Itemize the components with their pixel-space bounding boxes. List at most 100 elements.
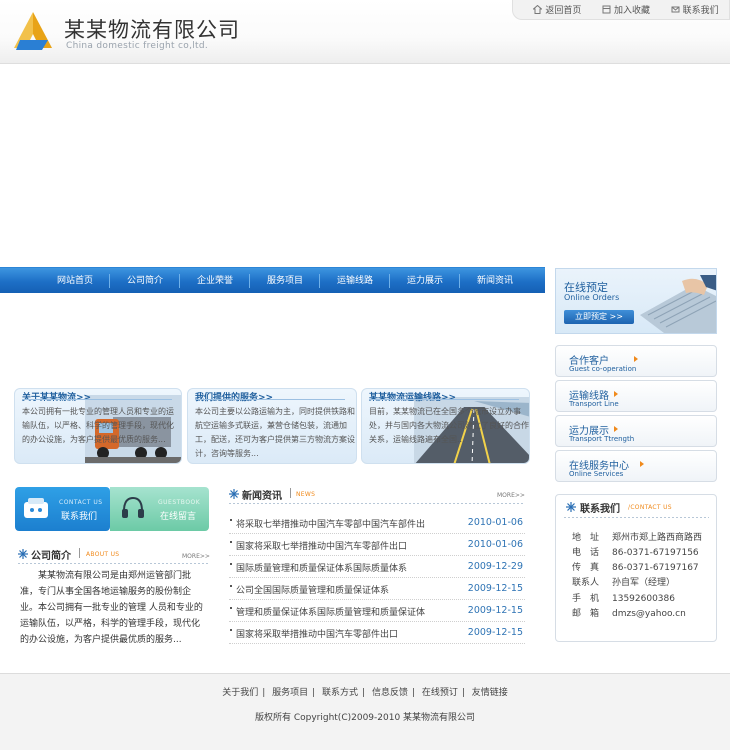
side-menu-routes[interactable]: 运输线路 Transport Line	[555, 380, 717, 412]
news-item[interactable]: 管理和质量保证体系国际质量管理和质量保证体 2009-12-15	[229, 600, 525, 622]
side-menu-capacity[interactable]: 运力展示 Transport Ttrength	[555, 415, 717, 447]
nav-routes[interactable]: 运输线路	[320, 268, 390, 294]
top-links: 返回首页 加入收藏 联系我们	[512, 0, 730, 20]
arrow-right-icon	[640, 461, 644, 467]
favorite-link-label: 加入收藏	[613, 6, 650, 16]
contact-row-phone: 电 话 86-0371-67197156	[572, 548, 699, 558]
card-services-text: 本公司主要以公路运输为主，同时提供铁路和航空运输多式联运，兼营仓储包装，流通加工…	[195, 407, 355, 458]
card-services[interactable]: 我们提供的服务>> 本公司主要以公路运输为主，同时提供铁路和航空运输多式联运，兼…	[187, 388, 357, 464]
brand-tagline: China domestic freight co,ltd.	[66, 41, 209, 51]
contact-row-address: 地 址郑州市郑上路西商路西	[572, 533, 703, 543]
guestbook-en: GUESTBOOK	[158, 499, 201, 506]
home-icon	[533, 5, 543, 14]
keyboard-hand-image	[640, 275, 716, 333]
sparkle-icon	[566, 502, 576, 512]
footer-links: 关于我们 | 服务项目 | 联系方式 | 信息反馈 | 在线预订 | 友情链接	[222, 688, 508, 698]
news-item-title[interactable]: 公司全国国际质量管理和质量保证体系	[236, 583, 389, 596]
news-item-date: 2009-12-15	[467, 627, 523, 638]
contact-link[interactable]: 联系我们	[671, 3, 719, 16]
contact-row-fax: 传 真 86-0371-67197167	[572, 563, 699, 573]
footer-link-friends[interactable]: 友情链接	[472, 688, 508, 698]
side-menu-clients-en: Guest co-operation	[569, 365, 637, 373]
contact-link-label: 联系我们	[682, 6, 719, 16]
news-item-date: 2009-12-29	[467, 561, 523, 572]
card-routes-text: 目前，某某物流已在全国多个城市设立办事处，并与国内各大物流公司建立了良好的合作关…	[369, 407, 529, 444]
contact-row-mobile: 手 机 13592600386	[572, 594, 675, 604]
company-logo[interactable]	[12, 10, 54, 52]
footer-link-about[interactable]: 关于我们	[222, 688, 258, 698]
side-menu-capacity-en: Transport Ttrength	[569, 435, 635, 443]
contact-en: /CONTACT US	[628, 504, 672, 511]
contact-row-person: 联系人 孙自军（经理）	[572, 578, 676, 588]
nav-capacity[interactable]: 运力展示	[390, 268, 460, 294]
news-en: NEWS	[296, 491, 316, 498]
news-item[interactable]: 公司全国国际质量管理和质量保证体系 2009-12-15	[229, 578, 525, 600]
contact-us-button[interactable]: CONTACT US 联系我们	[15, 487, 110, 531]
order-now-button[interactable]: 立即预定 >>	[564, 310, 634, 324]
online-order-box: 在线预定 Online Orders 立即预定 >>	[555, 268, 717, 334]
side-menu-online-service[interactable]: 在线服务中心 Online Services	[555, 450, 717, 482]
about-more-link[interactable]: MORE>>	[182, 553, 210, 560]
side-menu-routes-en: Transport Line	[569, 400, 619, 408]
guestbook-button[interactable]: GUESTBOOK 在线留言	[110, 487, 209, 531]
news-item-title[interactable]: 国家将采取举措推动中国汽车零部件出口	[236, 627, 398, 640]
headset-icon	[122, 496, 144, 518]
news-item-title[interactable]: 管理和质量保证体系国际质量管理和质量保证体	[236, 605, 425, 618]
sparkle-icon	[229, 489, 239, 499]
news-item[interactable]: 将采取七举措推动中国汽车零部中国汽车部件出 2010-01-06	[229, 512, 525, 534]
nav-home[interactable]: 网站首页	[40, 268, 110, 294]
footer-link-services[interactable]: 服务项目	[272, 688, 308, 698]
nav-about[interactable]: 公司简介	[110, 268, 180, 294]
contact-icon	[671, 6, 680, 13]
card-services-title[interactable]: 我们提供的服务>>	[195, 390, 273, 403]
arrow-right-icon	[634, 356, 638, 362]
guestbook-label: 在线留言	[160, 512, 197, 522]
about-text: 某某物流有限公司是由郑州运管部门批准，专门从事全国各地运输服务的股份制企业。本公…	[20, 571, 203, 645]
news-item[interactable]: 国家将采取七举措推动中国汽车零部件出口 2010-01-06	[229, 534, 525, 556]
favorite-link[interactable]: 加入收藏	[602, 3, 650, 16]
copyright: 版权所有 Copyright(C)2009-2010 某某物流有限公司	[254, 713, 476, 723]
news-item-title[interactable]: 国际质量管理和质量保证体系国际质量体系	[236, 561, 407, 574]
side-menu-clients[interactable]: 合作客户 Guest co-operation	[555, 345, 717, 377]
news-item-date: 2010-01-06	[467, 539, 523, 550]
nav-services[interactable]: 服务项目	[250, 268, 320, 294]
news-item-title[interactable]: 将采取七举措推动中国汽车零部中国汽车部件出	[236, 517, 425, 530]
contact-us-label: 联系我们	[61, 512, 98, 522]
home-link[interactable]: 返回首页	[533, 3, 581, 16]
card-routes[interactable]: 某某物流运输线路>> 目前，某某物流已在全国多个城市设立办事处，并与国内各大物流…	[361, 388, 530, 464]
contact-row-email[interactable]: 邮 箱 dmzs@yahoo.cn	[572, 606, 686, 619]
card-about-text: 本公司拥有一批专业的管理人员和专业的运输队伍，以严格、科学的管理手段，现代化的办…	[22, 407, 174, 444]
side-menu-online-service-en: Online Services	[569, 470, 624, 478]
footer-link-feedback[interactable]: 信息反馈	[372, 688, 408, 698]
card-routes-title[interactable]: 某某物流运输线路>>	[369, 390, 456, 403]
news-title: 新闻资讯	[242, 491, 282, 502]
about-title: 公司简介	[31, 551, 71, 562]
sparkle-icon	[18, 549, 28, 559]
favorite-icon	[602, 5, 611, 14]
nav-news[interactable]: 新闻资讯	[460, 268, 530, 294]
news-item-date: 2010-01-06	[467, 517, 523, 528]
phone-icon	[24, 498, 48, 518]
about-en: ABOUT US	[86, 551, 120, 558]
contact-us-en: CONTACT US	[59, 499, 103, 506]
news-item-date: 2009-12-15	[467, 583, 523, 594]
card-about[interactable]: 关于某某物流>> 本公司拥有一批专业的管理人员和专业的运输队伍，以严格、科学的管…	[14, 388, 182, 464]
home-link-label: 返回首页	[545, 6, 582, 16]
news-item[interactable]: 国家将采取举措推动中国汽车零部件出口 2009-12-15	[229, 622, 525, 644]
footer-link-order[interactable]: 在线预订	[422, 688, 458, 698]
contact-title: 联系我们	[580, 504, 620, 515]
arrow-right-icon	[614, 426, 618, 432]
news-more-link[interactable]: MORE>>	[497, 492, 525, 499]
contact-info-box: 联系我们 /CONTACT US 地 址郑州市郑上路西商路西 电 话 86-037…	[555, 494, 717, 642]
news-item[interactable]: 国际质量管理和质量保证体系国际质量体系 2009-12-29	[229, 556, 525, 578]
order-subtitle: Online Orders	[564, 293, 620, 302]
news-item-date: 2009-12-15	[467, 605, 523, 616]
card-about-title[interactable]: 关于某某物流>>	[22, 390, 91, 403]
footer-link-contact[interactable]: 联系方式	[322, 688, 358, 698]
main-nav: 网站首页 公司简介 企业荣誉 服务项目 运输线路 运力展示 新闻资讯	[0, 267, 545, 293]
arrow-right-icon	[614, 391, 618, 397]
banner-area	[0, 65, 730, 267]
brand-name: 某某物流有限公司	[64, 18, 240, 42]
nav-honors[interactable]: 企业荣誉	[180, 268, 250, 294]
news-item-title[interactable]: 国家将采取七举措推动中国汽车零部件出口	[236, 539, 407, 552]
